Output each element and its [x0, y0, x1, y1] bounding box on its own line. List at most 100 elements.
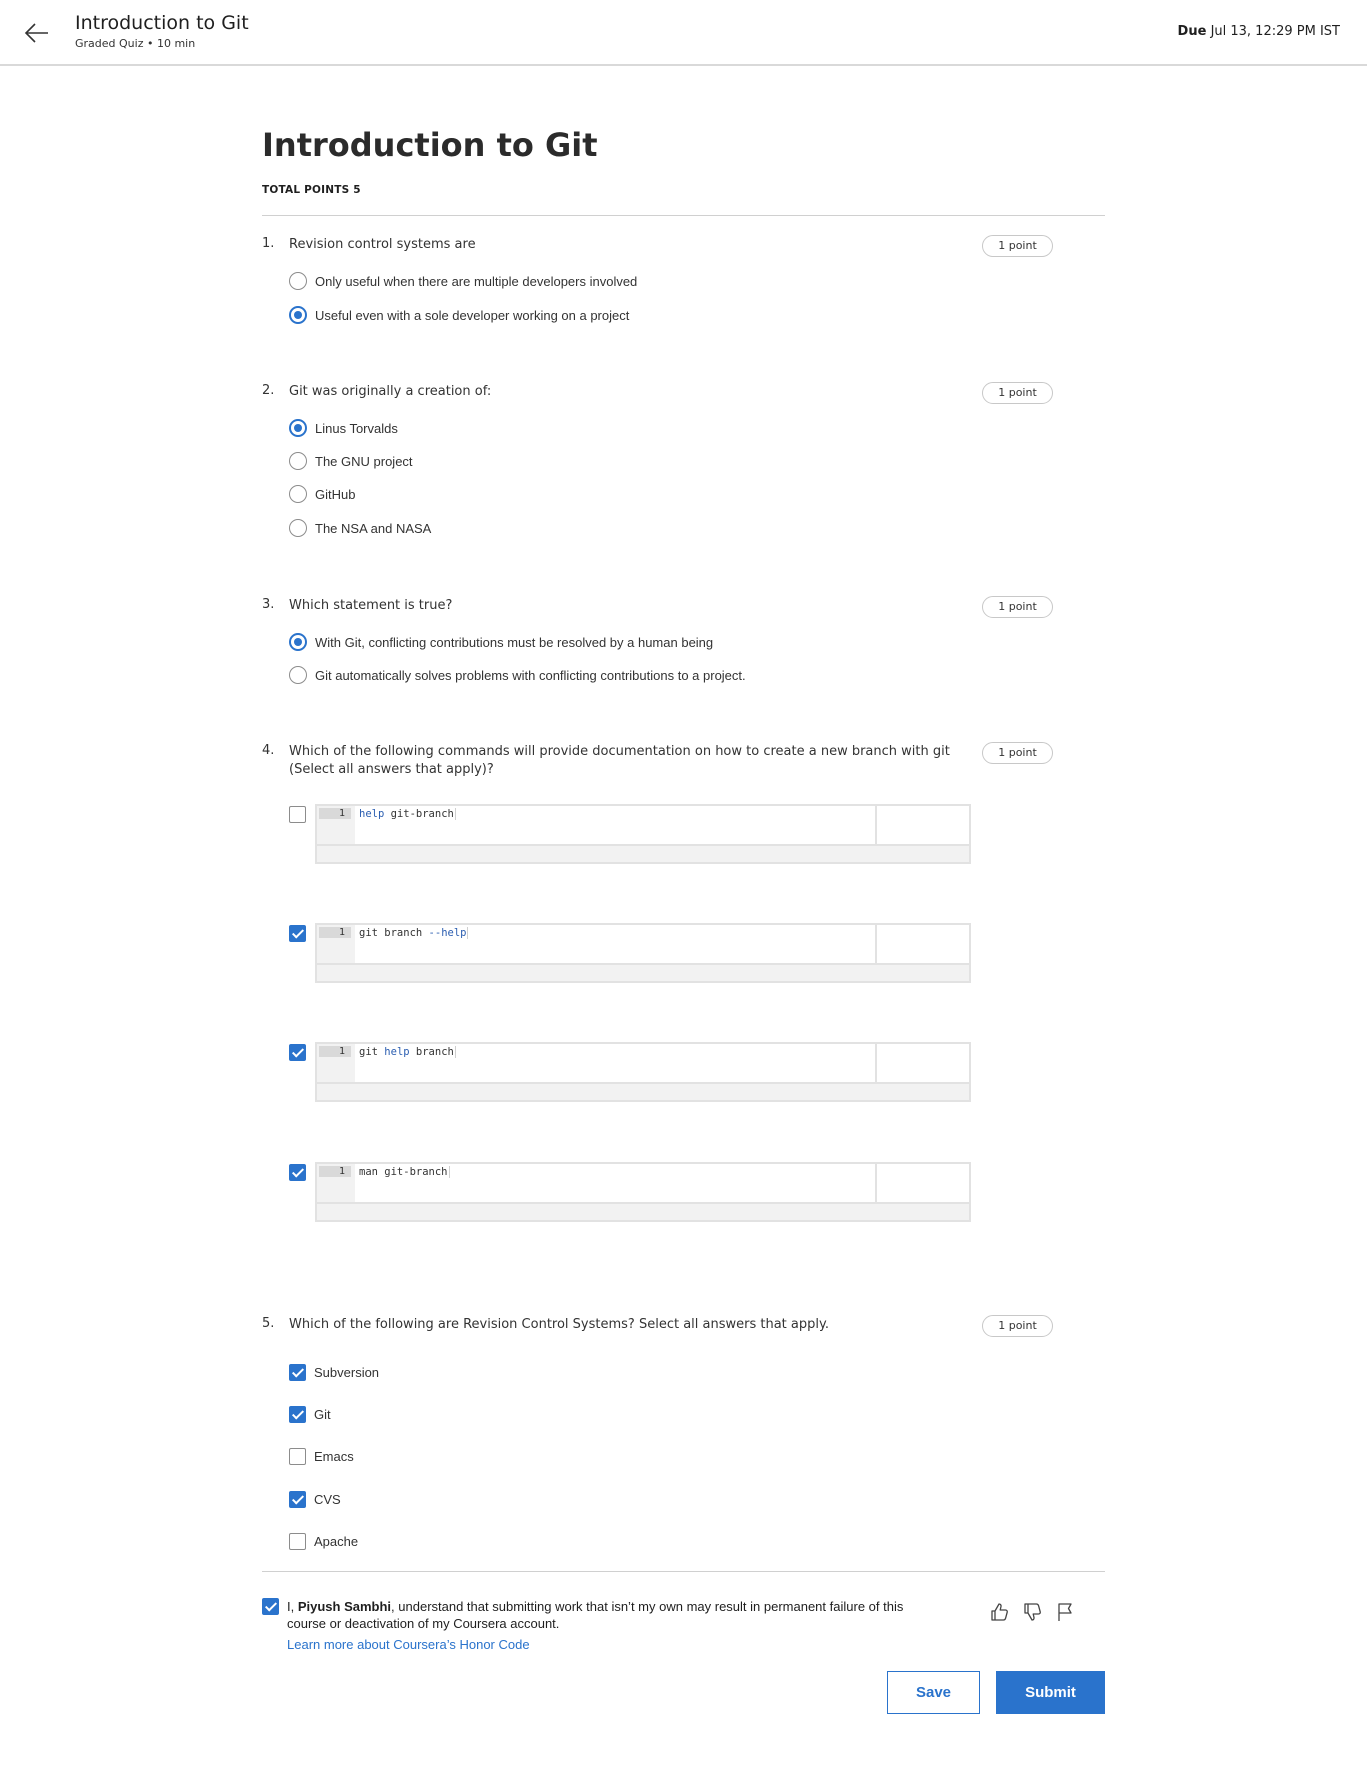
option-checkbox[interactable] [289, 925, 306, 942]
code-keyword: --help [428, 927, 467, 939]
points-badge: 1 point [982, 235, 1053, 257]
save-button[interactable]: Save [887, 1671, 980, 1714]
question-text: Which of the following are Revision Cont… [289, 1317, 829, 1332]
code-editor[interactable]: 1 help git-branch [315, 804, 971, 864]
code-option-3: 1 git help branch [289, 1042, 971, 1102]
code-line: help git-branch [359, 808, 456, 820]
option-checkbox[interactable] [289, 1164, 306, 1181]
honor-code-link[interactable]: Learn more about Coursera’s Honor Code [287, 1637, 530, 1652]
radio-option-4[interactable]: The NSA and NASA [289, 517, 431, 539]
honor-code-checkbox[interactable] [262, 1598, 279, 1615]
question-text: Revision control systems are [289, 237, 476, 252]
question-number: 4. [262, 743, 275, 758]
question-number: 5. [262, 1316, 275, 1331]
line-number: 1 [319, 927, 351, 938]
radio-option-2[interactable]: Useful even with a sole developer workin… [289, 304, 629, 326]
divider [262, 1571, 1105, 1572]
radio-button[interactable] [289, 485, 307, 503]
radio-option-1[interactable]: With Git, conflicting contributions must… [289, 631, 713, 653]
question-text: Git was originally a creation of: [289, 384, 492, 399]
total-points: TOTAL POINTS 5 [262, 184, 361, 196]
back-arrow-icon[interactable] [22, 18, 52, 48]
option-label: Linus Torvalds [315, 420, 398, 436]
option-checkbox[interactable] [289, 1363, 306, 1381]
editor-gutter: 1 [317, 925, 355, 963]
honor-code-text: I, Piyush Sambhi, understand that submit… [287, 1598, 907, 1632]
radio-button[interactable] [289, 306, 307, 324]
question-number: 2. [262, 383, 275, 398]
radio-option-1[interactable]: Linus Torvalds [289, 417, 398, 439]
option-checkbox[interactable] [289, 1532, 306, 1550]
code-text: git branch [359, 927, 429, 939]
editor-output-pane [317, 963, 969, 981]
points-badge: 1 point [982, 742, 1053, 764]
code-text: git [359, 1046, 385, 1058]
checkbox-option-1[interactable]: Subversion [289, 1361, 379, 1383]
radio-option-2[interactable]: Git automatically solves problems with c… [289, 664, 746, 686]
code-option-2: 1 git branch --help [289, 923, 971, 983]
question-text: Which of the following commands will pro… [289, 744, 950, 777]
checkbox-option-2[interactable]: Git [289, 1403, 331, 1425]
thumbs-up-icon[interactable] [989, 1601, 1011, 1623]
option-checkbox[interactable] [289, 806, 306, 823]
checkbox-option-4[interactable]: CVS [289, 1488, 341, 1510]
code-text: branch [409, 1046, 454, 1058]
option-checkbox[interactable] [289, 1490, 306, 1508]
thumbs-down-icon[interactable] [1022, 1601, 1044, 1623]
due-value: Jul 13, 12:29 PM IST [1210, 24, 1340, 39]
radio-option-3[interactable]: GitHub [289, 483, 355, 505]
option-label: Git automatically solves problems with c… [315, 667, 746, 683]
option-checkbox[interactable] [289, 1044, 306, 1061]
code-text: git-branch [384, 808, 454, 820]
option-label: Useful even with a sole developer workin… [315, 307, 630, 323]
editor-side-pane [875, 925, 969, 963]
question-number: 3. [262, 597, 275, 612]
line-number: 1 [319, 808, 351, 819]
code-editor[interactable]: 1 man git-branch [315, 1162, 971, 1222]
radio-option-2[interactable]: The GNU project [289, 450, 413, 472]
option-checkbox[interactable] [289, 1447, 306, 1465]
code-keyword: help [359, 808, 385, 820]
radio-button[interactable] [289, 633, 307, 651]
option-checkbox[interactable] [289, 1405, 306, 1423]
learner-name: Piyush Sambhi [297, 1599, 392, 1614]
code-editor[interactable]: 1 git branch --help [315, 923, 971, 983]
code-editor[interactable]: 1 git help branch [315, 1042, 971, 1102]
option-label: Git [314, 1406, 331, 1422]
points-badge: 1 point [982, 382, 1053, 404]
editor-side-pane [875, 1164, 969, 1202]
editor-output-pane [317, 844, 969, 862]
question-text: Which statement is true? [289, 598, 453, 613]
option-label: The GNU project [315, 453, 413, 469]
code-keyword: help [384, 1046, 410, 1058]
points-badge: 1 point [982, 1315, 1053, 1337]
code-line: git help branch [359, 1046, 456, 1058]
editor-gutter: 1 [317, 806, 355, 844]
header-subtitle: Graded Quiz • 10 min [75, 37, 196, 50]
code-line: man git-branch [359, 1166, 450, 1178]
radio-button[interactable] [289, 666, 307, 684]
radio-button[interactable] [289, 519, 307, 537]
option-label: With Git, conflicting contributions must… [315, 634, 714, 650]
radio-button[interactable] [289, 419, 307, 437]
submit-button[interactable]: Submit [996, 1671, 1105, 1714]
radio-button[interactable] [289, 452, 307, 470]
option-label: Emacs [314, 1448, 354, 1464]
checkbox-option-5[interactable]: Apache [289, 1530, 358, 1552]
due-date: Due Jul 13, 12:29 PM IST [1178, 24, 1340, 39]
divider [262, 215, 1105, 216]
option-label: Subversion [314, 1364, 380, 1380]
option-label: The NSA and NASA [315, 520, 432, 536]
line-number: 1 [319, 1166, 351, 1177]
points-badge: 1 point [982, 596, 1053, 618]
checkbox-option-3[interactable]: Emacs [289, 1445, 354, 1467]
due-label: Due [1177, 24, 1207, 39]
code-option-1: 1 help git-branch [289, 804, 971, 864]
radio-option-1[interactable]: Only useful when there are multiple deve… [289, 270, 637, 292]
line-number: 1 [319, 1046, 351, 1057]
radio-button[interactable] [289, 272, 307, 290]
code-text: man git-branch [359, 1166, 448, 1178]
editor-output-pane [317, 1202, 969, 1220]
flag-icon[interactable] [1054, 1601, 1076, 1623]
honor-prefix: I, [287, 1599, 298, 1614]
